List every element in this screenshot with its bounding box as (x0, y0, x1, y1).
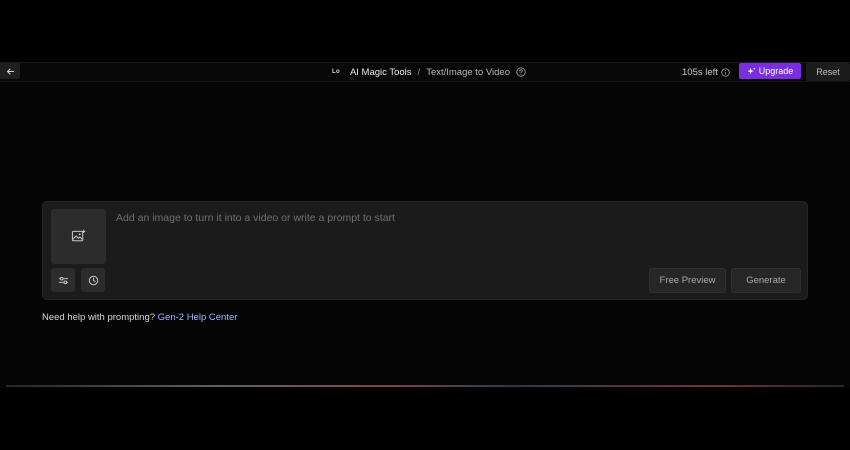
generate-label: Generate (746, 275, 786, 286)
breadcrumb: Lo AI Magic Tools / Text/Image to Video (332, 65, 526, 79)
credits-text: 105s left (682, 66, 718, 78)
free-preview-label: Free Preview (659, 275, 716, 286)
sparkle-icon (747, 66, 756, 74)
help-text: Need help with prompting? Gen-2 Help Cen… (42, 312, 237, 323)
upgrade-button[interactable]: Upgrade (739, 63, 801, 79)
breadcrumb-current: Text/Image to Video (426, 66, 510, 78)
logo: Lo (332, 69, 340, 75)
back-button[interactable] (0, 63, 20, 79)
settings-button[interactable] (51, 268, 75, 292)
image-upload-icon (71, 229, 86, 242)
sliders-icon (58, 276, 68, 284)
info-circle-icon[interactable] (721, 67, 730, 77)
reset-button[interactable]: Reset (806, 63, 850, 81)
bottom-glow-divider (6, 385, 844, 387)
upgrade-label: Upgrade (758, 66, 794, 76)
help-center-link[interactable]: Gen-2 Help Center (158, 312, 238, 323)
history-button[interactable] (81, 268, 105, 292)
top-bar: Lo AI Magic Tools / Text/Image to Video … (0, 62, 850, 82)
prompt-input[interactable] (116, 209, 676, 227)
credits-remaining: 105s left (682, 65, 730, 79)
clock-icon (88, 275, 98, 285)
free-preview-button[interactable]: Free Preview (649, 268, 726, 293)
help-prompt-text: Need help with prompting? (42, 312, 156, 323)
image-upload-button[interactable] (51, 209, 106, 264)
prompt-card: Free Preview Generate (42, 201, 808, 300)
screen: Lo AI Magic Tools / Text/Image to Video … (0, 0, 850, 450)
breadcrumb-ai-magic-tools[interactable]: AI Magic Tools (350, 67, 412, 78)
generate-button[interactable]: Generate (731, 268, 801, 293)
app-window: Lo AI Magic Tools / Text/Image to Video … (0, 62, 850, 388)
question-circle-icon[interactable] (516, 67, 526, 77)
breadcrumb-separator: / (417, 66, 421, 78)
reset-label: Reset (816, 67, 840, 77)
arrow-left-icon (6, 67, 14, 75)
